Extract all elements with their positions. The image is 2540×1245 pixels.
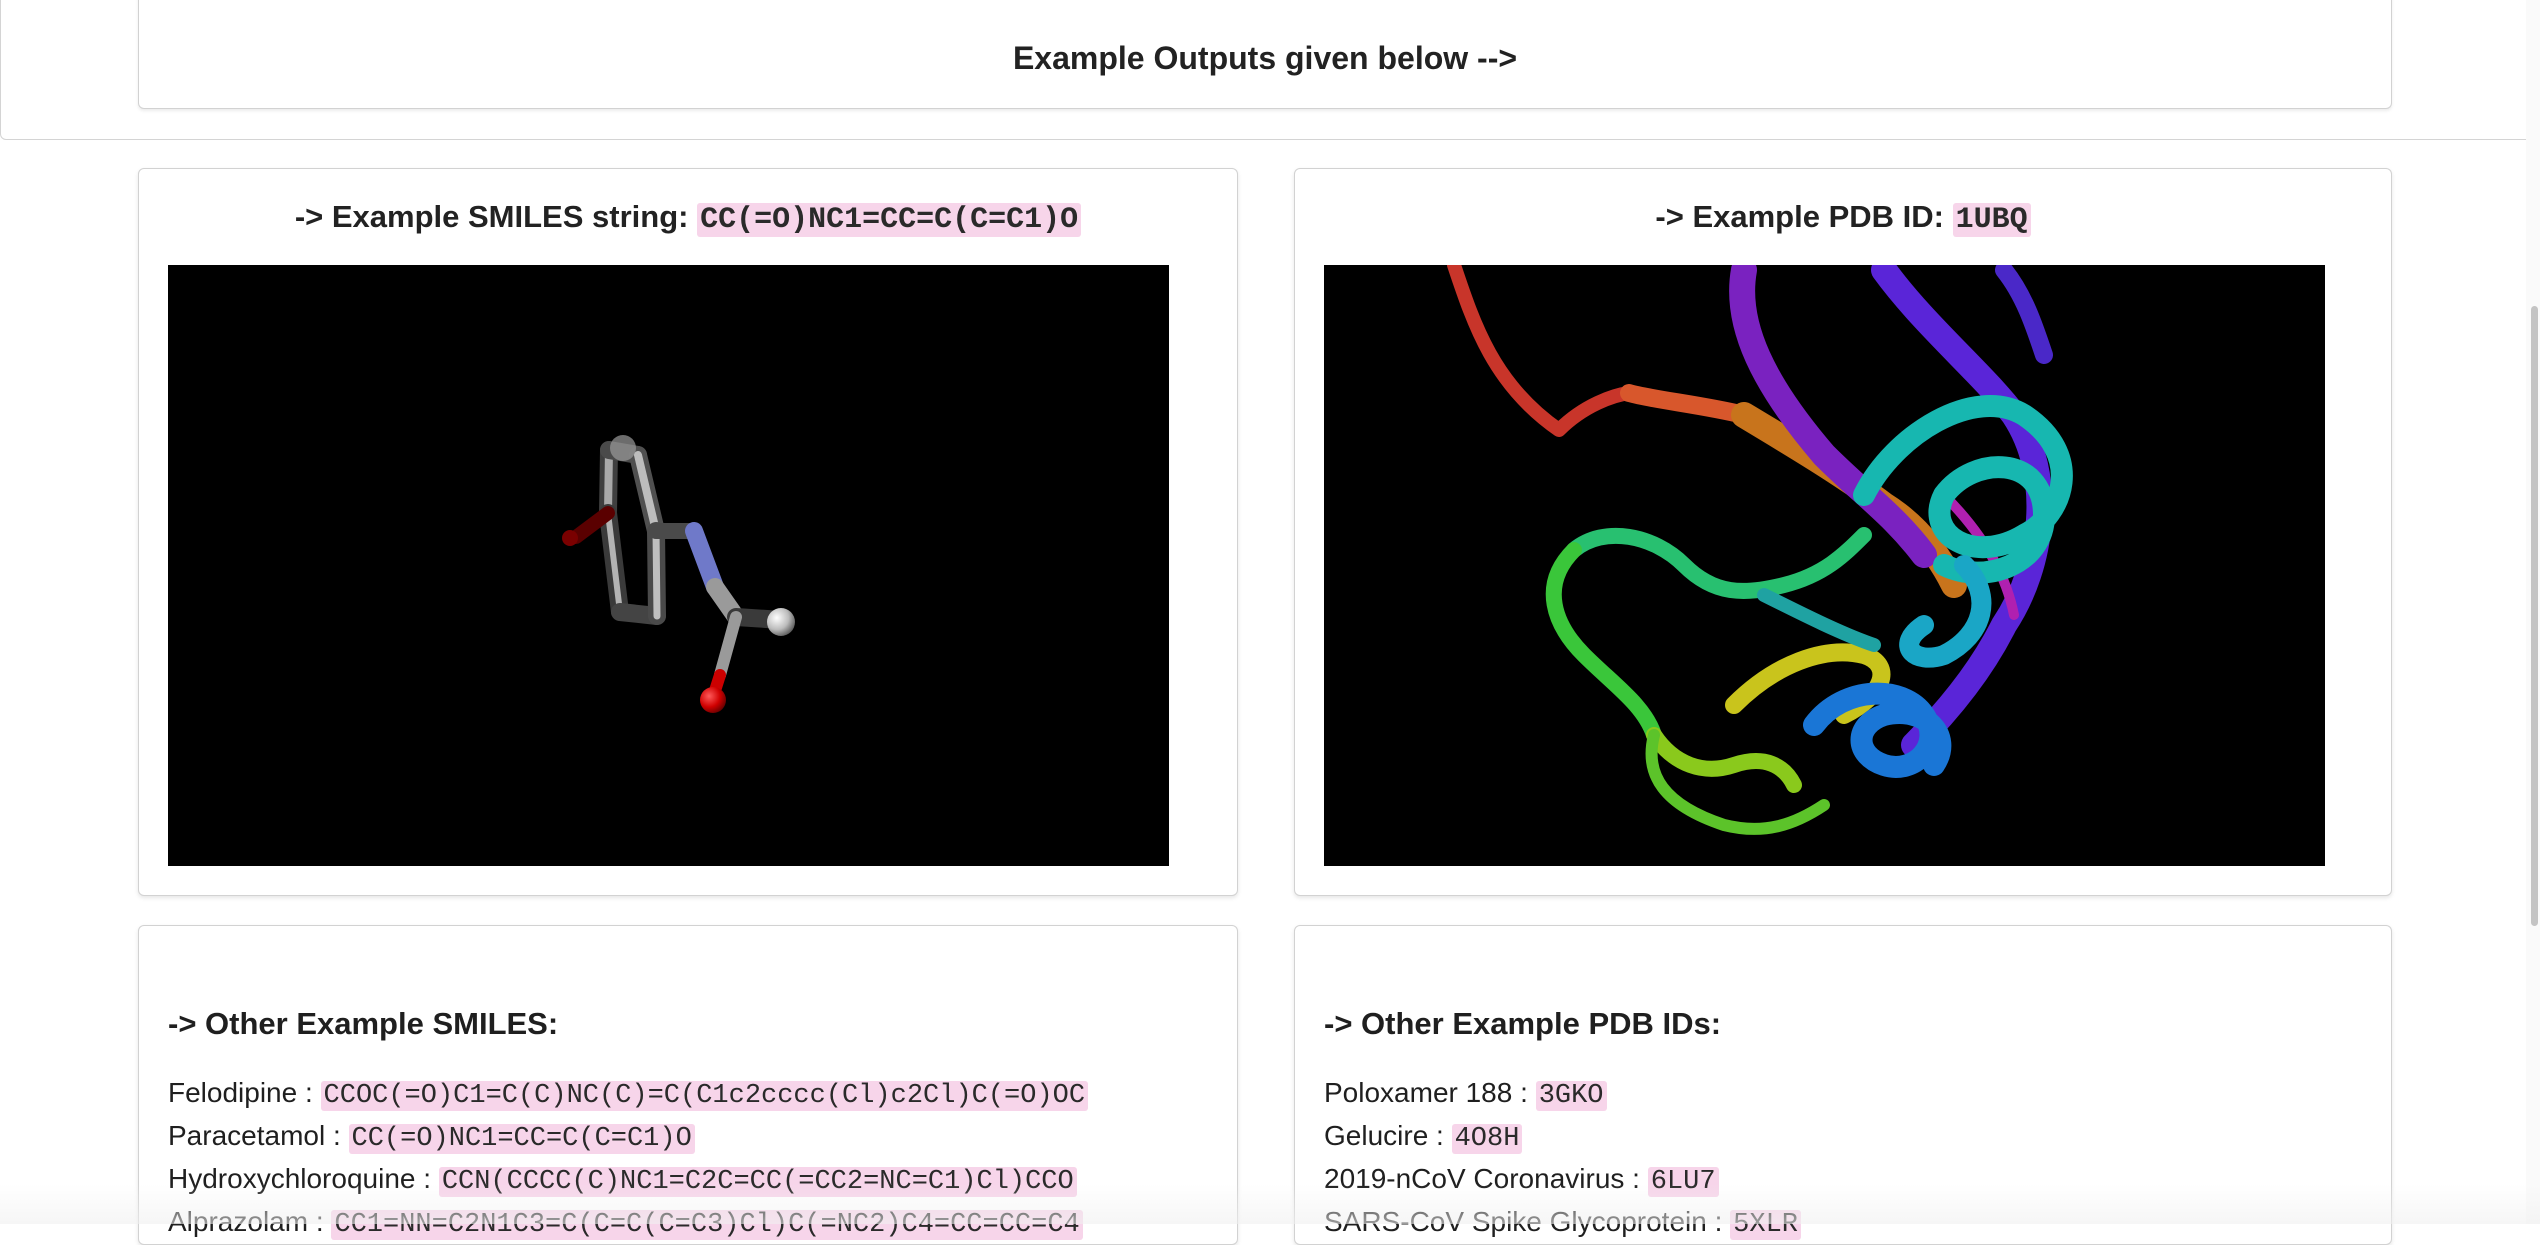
separator: : bbox=[1512, 1077, 1536, 1108]
pdb-heading-label: -> Example PDB ID: bbox=[1655, 199, 1953, 234]
smiles-example-heading: -> Example SMILES string: CC(=O)NC1=CC=C… bbox=[139, 199, 1237, 237]
separator: : bbox=[1428, 1120, 1452, 1151]
list-item: Hydroxychloroquine : CCN(CCCC(C)NC1=C2C=… bbox=[168, 1159, 1088, 1202]
smiles-example-card: -> Example SMILES string: CC(=O)NC1=CC=C… bbox=[138, 168, 1238, 896]
pdb-code: 5XLR bbox=[1730, 1210, 1801, 1240]
smiles-heading-code: CC(=O)NC1=CC=C(C=C1)O bbox=[697, 203, 1082, 237]
smiles-heading-label: -> Example SMILES string: bbox=[294, 199, 698, 234]
smiles-code: CC1=NN=C2N1C3=C(C=C(C=C3)Cl)C(=NC2)C4=CC… bbox=[331, 1210, 1083, 1240]
pdb-heading-code: 1UBQ bbox=[1952, 203, 2031, 237]
list-item: Poloxamer 188 : 3GKO bbox=[1324, 1073, 1801, 1116]
list-item: Felodipine : CCOC(=O)C1=C(C)NC(C)=C(C1c2… bbox=[168, 1073, 1089, 1116]
other-pdb-list: Poloxamer 188 : 3GKO Gelucire : 4O8H 201… bbox=[1324, 1073, 1801, 1245]
pdb-code: 4O8H bbox=[1451, 1124, 1523, 1154]
separator: : bbox=[325, 1120, 349, 1151]
molecule-3d-viewer[interactable] bbox=[168, 265, 1169, 866]
scrollbar-thumb[interactable] bbox=[2531, 306, 2538, 926]
compound-name: Paracetamol bbox=[168, 1120, 326, 1151]
protein-name: 2019-nCoV Coronavirus bbox=[1324, 1163, 1625, 1194]
protein-name: SARS-CoV Spike Glycoprotein bbox=[1324, 1206, 1707, 1237]
list-item: 2019-nCoV Coronavirus : 6LU7 bbox=[1324, 1159, 1801, 1202]
smiles-code: CCN(CCCC(C)NC1=C2C=CC(=CC2=NC=C1)Cl)CCO bbox=[438, 1167, 1077, 1197]
smiles-code: CCOC(=O)C1=C(C)NC(C)=C(C1c2cccc(Cl)c2Cl)… bbox=[320, 1081, 1089, 1111]
list-item: Paracetamol : CC(=O)NC1=CC=C(C=C1)O bbox=[168, 1116, 1088, 1159]
molecule-render bbox=[562, 435, 795, 713]
separator: : bbox=[297, 1077, 321, 1108]
compound-name: Hydroxychloroquine bbox=[168, 1163, 416, 1194]
separator: : bbox=[1624, 1163, 1648, 1194]
compound-name: Felodipine bbox=[168, 1077, 298, 1108]
other-pdb-title: -> Other Example PDB IDs: bbox=[1324, 1006, 1722, 1041]
outputs-banner-card: Example Outputs given below --> bbox=[138, 0, 2392, 109]
pdb-example-heading: -> Example PDB ID: 1UBQ bbox=[1295, 199, 2391, 237]
page-scrollbar[interactable] bbox=[2526, 0, 2540, 1224]
smiles-code: CC(=O)NC1=CC=C(C=C1)O bbox=[348, 1124, 695, 1154]
other-smiles-card: -> Other Example SMILES: Felodipine : CC… bbox=[138, 925, 1238, 1245]
protein-3d-viewer[interactable] bbox=[1324, 265, 2325, 866]
separator: : bbox=[415, 1163, 439, 1194]
list-item: Gelucire : 4O8H bbox=[1324, 1116, 1801, 1159]
pdb-example-card: -> Example PDB ID: 1UBQ bbox=[1294, 168, 2392, 896]
separator: : bbox=[308, 1206, 332, 1237]
compound-name: Alprazolam bbox=[168, 1206, 309, 1237]
other-smiles-list: Felodipine : CCOC(=O)C1=C(C)NC(C)=C(C1c2… bbox=[168, 1073, 1089, 1245]
protein-render bbox=[1447, 265, 2073, 835]
pdb-code: 3GKO bbox=[1535, 1081, 1607, 1111]
other-smiles-title: -> Other Example SMILES: bbox=[168, 1006, 559, 1041]
protein-name: Poloxamer 188 bbox=[1324, 1077, 1513, 1108]
separator: : bbox=[1706, 1206, 1731, 1237]
pdb-code: 6LU7 bbox=[1647, 1167, 1719, 1197]
outputs-banner-title: Example Outputs given below --> bbox=[1012, 39, 1518, 76]
other-pdb-card: -> Other Example PDB IDs: Poloxamer 188 … bbox=[1294, 925, 2392, 1245]
protein-name: Gelucire bbox=[1324, 1120, 1429, 1151]
